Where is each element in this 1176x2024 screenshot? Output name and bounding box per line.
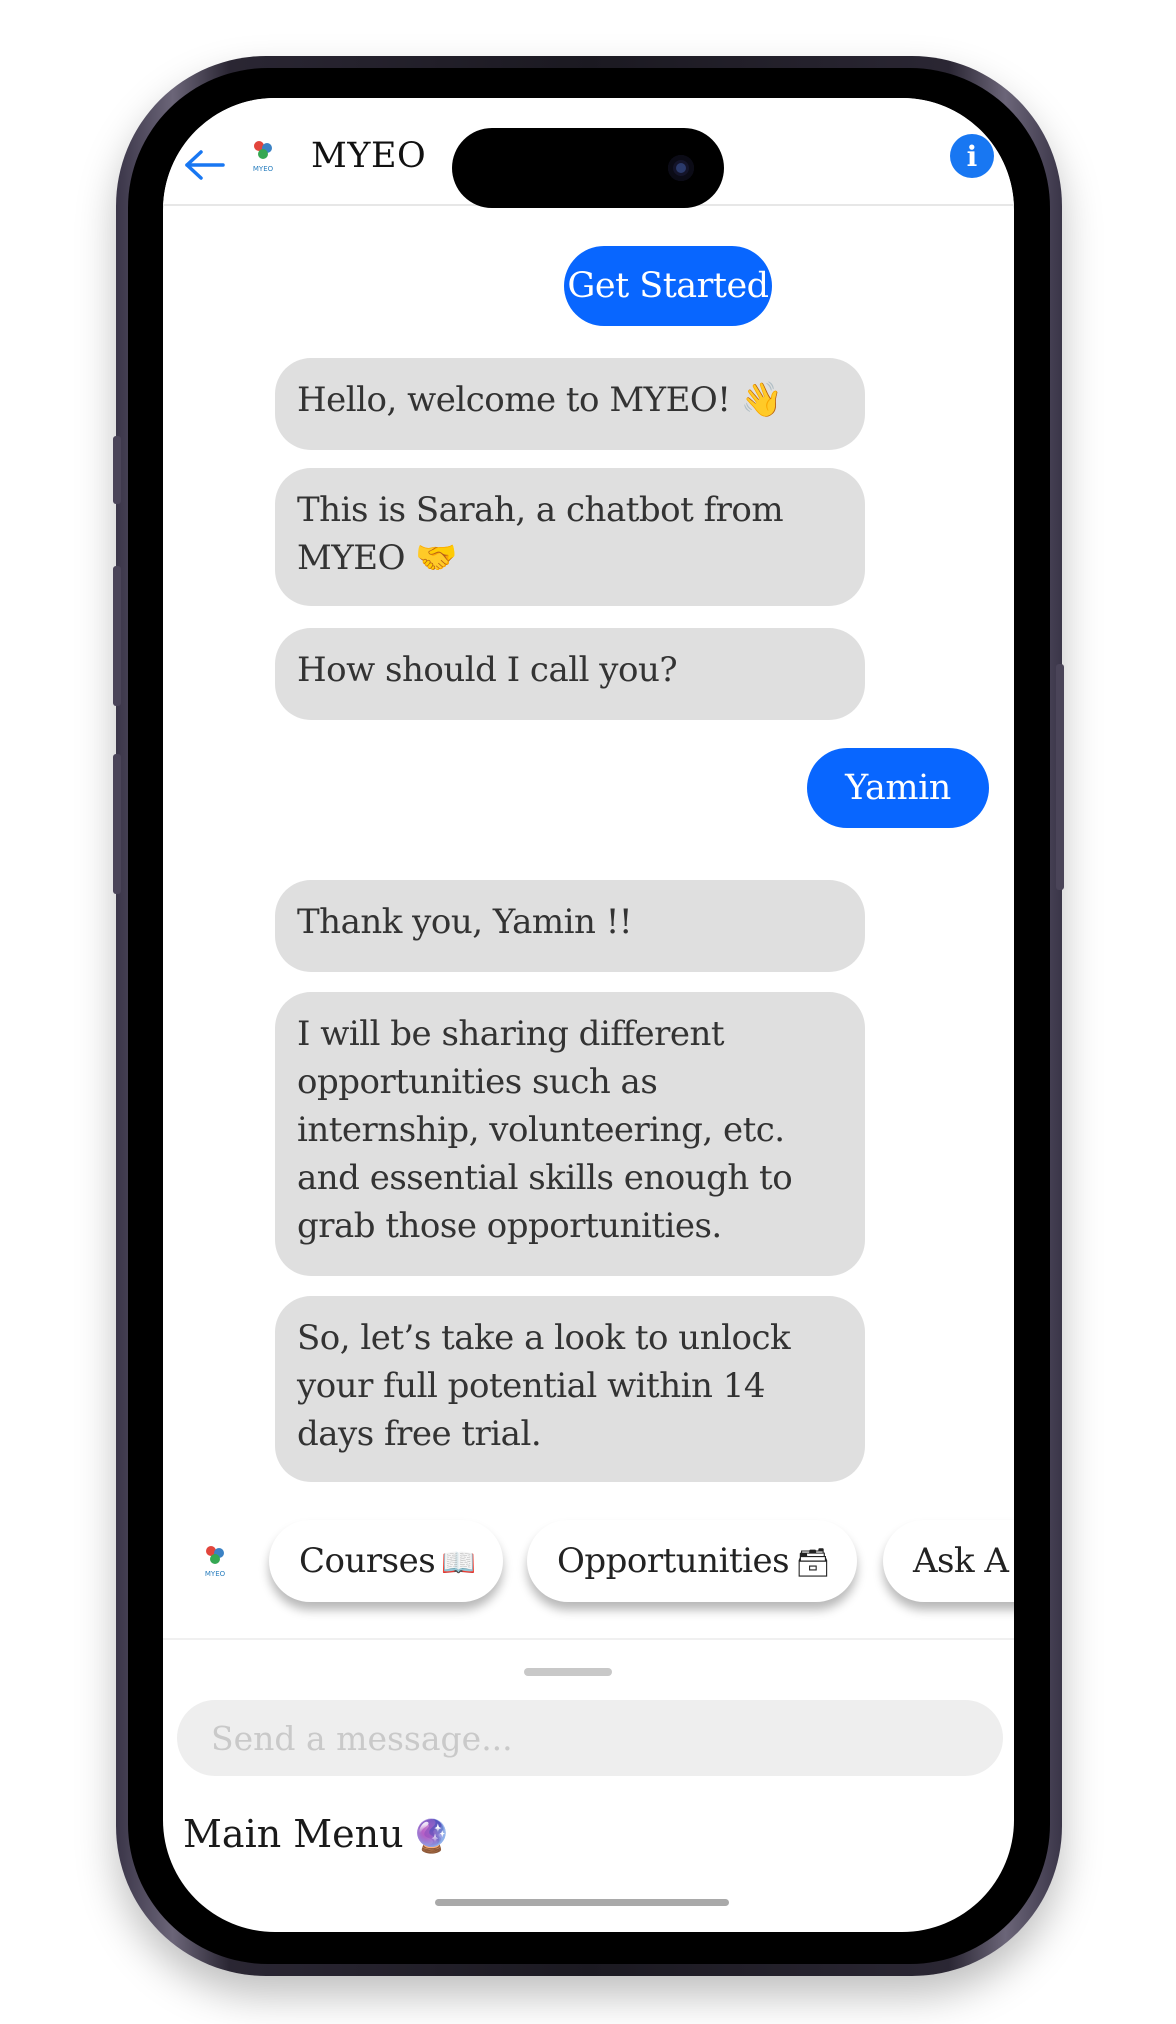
bot-message: How should I call you? <box>275 628 865 720</box>
sheet-drag-handle[interactable] <box>524 1668 612 1676</box>
action-button <box>113 436 121 504</box>
bot-message: Thank you, Yamin !! <box>275 880 865 972</box>
bot-message: So, let’s take a look to unlock your ful… <box>275 1296 865 1482</box>
user-message: Get Started <box>564 246 772 326</box>
svg-text:MYEO: MYEO <box>205 1570 226 1578</box>
quick-reply-courses[interactable]: Courses 📖 <box>269 1520 503 1602</box>
user-message: Yamin <box>807 748 989 828</box>
message-input[interactable] <box>177 1700 1003 1776</box>
power-button <box>1056 664 1064 890</box>
volume-down-button <box>113 754 121 894</box>
volume-up-button <box>113 566 121 706</box>
quick-reply-label: Ask A <box>913 1541 1009 1581</box>
bot-message: This is Sarah, a chatbot from MYEO 🤝 <box>275 468 865 606</box>
back-arrow-icon[interactable] <box>181 150 225 180</box>
bot-message: Hello, welcome to MYEO! 👋 <box>275 358 865 450</box>
svg-text:MYEO: MYEO <box>253 165 274 173</box>
main-menu-button[interactable]: Main Menu 🔮 <box>183 1812 451 1856</box>
bot-message: I will be sharing different opportunitie… <box>275 992 865 1276</box>
info-icon[interactable]: i <box>950 134 994 178</box>
composer-divider <box>163 1638 1014 1640</box>
chat-title: MYEO <box>311 136 427 176</box>
chat-screen: MYEO MYEO i Get Started Hello, welcome t… <box>163 98 1014 1932</box>
quick-reply-label: Opportunities <box>557 1541 790 1581</box>
dynamic-island <box>452 128 724 208</box>
quick-reply-label: Courses <box>299 1541 436 1581</box>
home-indicator[interactable] <box>435 1899 729 1906</box>
myeo-avatar-icon: MYEO <box>205 1546 226 1578</box>
myeo-logo-icon: MYEO <box>253 141 274 173</box>
crystal-ball-icon: 🔮 <box>411 1817 452 1855</box>
main-menu-label: Main Menu <box>183 1812 404 1856</box>
book-icon: 📖 <box>441 1546 476 1579</box>
quick-reply-opportunities[interactable]: Opportunities 🗃 <box>527 1520 857 1602</box>
front-camera <box>668 155 694 181</box>
quick-reply-ask[interactable]: Ask A <box>883 1520 1014 1602</box>
card-file-box-icon: 🗃 <box>795 1546 831 1579</box>
